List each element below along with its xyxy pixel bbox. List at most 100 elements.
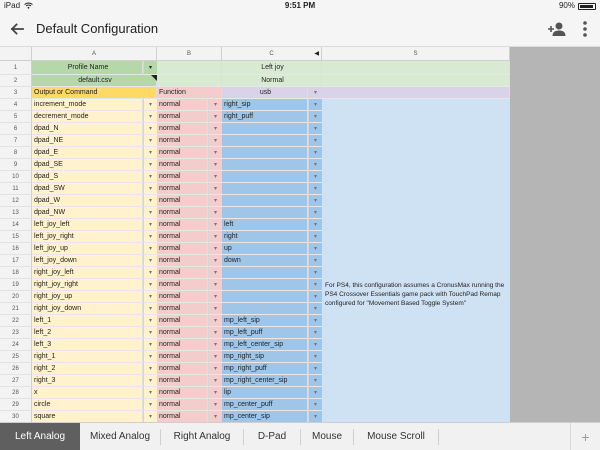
row-number[interactable]: 8 bbox=[0, 147, 32, 159]
dropdown-arrow-icon[interactable]: ▾ bbox=[308, 159, 322, 171]
output-command-cell[interactable]: right_joy_up bbox=[32, 291, 143, 303]
row-number[interactable]: 3 bbox=[0, 87, 32, 99]
mapping-cell[interactable] bbox=[222, 267, 308, 279]
dropdown-arrow-icon[interactable]: ▾ bbox=[143, 387, 157, 399]
output-command-cell[interactable]: decrement_mode bbox=[32, 111, 143, 123]
function-cell[interactable]: normal bbox=[157, 183, 208, 195]
row-number[interactable]: 30 bbox=[0, 411, 32, 422]
dropdown-arrow-icon[interactable]: ▾ bbox=[308, 207, 322, 219]
row-number[interactable]: 24 bbox=[0, 339, 32, 351]
function-cell[interactable]: normal bbox=[157, 363, 208, 375]
mapping-cell[interactable]: mp_right_center_sip bbox=[222, 375, 308, 387]
dropdown-arrow-icon[interactable]: ▾ bbox=[308, 267, 322, 279]
row-number[interactable]: 27 bbox=[0, 375, 32, 387]
function-cell[interactable]: normal bbox=[157, 123, 208, 135]
output-command-cell[interactable]: increment_mode bbox=[32, 99, 143, 111]
dropdown-arrow-icon[interactable]: ▾ bbox=[208, 135, 222, 147]
row-number[interactable]: 16 bbox=[0, 243, 32, 255]
tab-right-analog[interactable]: Right Analog bbox=[161, 423, 243, 450]
mapping-cell[interactable]: mp_center_puff bbox=[222, 399, 308, 411]
dropdown-arrow-icon[interactable]: ▾ bbox=[208, 159, 222, 171]
dropdown-arrow-icon[interactable]: ▾ bbox=[308, 219, 322, 231]
mapping-cell[interactable]: mp_left_sip bbox=[222, 315, 308, 327]
row-number[interactable]: 1 bbox=[0, 61, 32, 75]
dropdown-arrow-icon[interactable]: ▾ bbox=[143, 171, 157, 183]
function-cell[interactable]: normal bbox=[157, 411, 208, 422]
mapping-cell[interactable]: left bbox=[222, 219, 308, 231]
dropdown-arrow-icon[interactable]: ▾ bbox=[208, 231, 222, 243]
row-number[interactable]: 28 bbox=[0, 387, 32, 399]
dropdown-arrow-icon[interactable]: ▾ bbox=[308, 291, 322, 303]
dropdown-arrow-icon[interactable]: ▾ bbox=[208, 207, 222, 219]
row-number[interactable]: 4 bbox=[0, 99, 32, 111]
cell[interactable] bbox=[157, 75, 222, 87]
dropdown-arrow-icon[interactable]: ▾ bbox=[208, 375, 222, 387]
output-command-cell[interactable]: dpad_SW bbox=[32, 183, 143, 195]
dropdown-arrow-icon[interactable]: ▾ bbox=[143, 61, 157, 75]
output-command-cell[interactable]: dpad_E bbox=[32, 147, 143, 159]
output-command-cell[interactable]: right_joy_left bbox=[32, 267, 143, 279]
function-cell[interactable]: normal bbox=[157, 243, 208, 255]
row-number[interactable]: 22 bbox=[0, 315, 32, 327]
dropdown-arrow-icon[interactable]: ▾ bbox=[208, 411, 222, 422]
output-command-cell[interactable]: left_3 bbox=[32, 339, 143, 351]
dropdown-arrow-icon[interactable]: ▾ bbox=[308, 375, 322, 387]
dropdown-arrow-icon[interactable]: ▾ bbox=[308, 111, 322, 123]
dropdown-arrow-icon[interactable]: ▾ bbox=[308, 135, 322, 147]
input-device-header[interactable]: Left joy bbox=[222, 61, 322, 75]
tab-left-analog[interactable]: Left Analog bbox=[0, 423, 80, 450]
output-command-cell[interactable]: left_joy_left bbox=[32, 219, 143, 231]
function-cell[interactable]: normal bbox=[157, 219, 208, 231]
dropdown-arrow-icon[interactable]: ▾ bbox=[208, 387, 222, 399]
row-number[interactable]: 25 bbox=[0, 351, 32, 363]
output-command-cell[interactable]: right_3 bbox=[32, 375, 143, 387]
row-number[interactable]: 18 bbox=[0, 267, 32, 279]
dropdown-arrow-icon[interactable]: ▾ bbox=[208, 399, 222, 411]
mapping-cell[interactable]: mp_center_sip bbox=[222, 411, 308, 422]
mapping-cell[interactable] bbox=[222, 207, 308, 219]
function-cell[interactable]: normal bbox=[157, 147, 208, 159]
function-cell[interactable]: normal bbox=[157, 171, 208, 183]
row-number[interactable]: 26 bbox=[0, 363, 32, 375]
dropdown-arrow-icon[interactable]: ▾ bbox=[208, 351, 222, 363]
function-cell[interactable]: normal bbox=[157, 111, 208, 123]
dropdown-arrow-icon[interactable]: ▾ bbox=[143, 183, 157, 195]
row-number[interactable]: 11 bbox=[0, 183, 32, 195]
mapping-cell[interactable] bbox=[222, 171, 308, 183]
mapping-cell[interactable]: right bbox=[222, 231, 308, 243]
dropdown-arrow-icon[interactable]: ▾ bbox=[308, 327, 322, 339]
dropdown-arrow-icon[interactable]: ▾ bbox=[143, 243, 157, 255]
row-number[interactable]: 19 bbox=[0, 279, 32, 291]
dropdown-arrow-icon[interactable]: ▾ bbox=[143, 159, 157, 171]
select-all-corner[interactable] bbox=[0, 47, 32, 61]
function-cell[interactable]: normal bbox=[157, 207, 208, 219]
function-cell[interactable]: normal bbox=[157, 99, 208, 111]
function-cell[interactable]: normal bbox=[157, 135, 208, 147]
function-cell[interactable]: normal bbox=[157, 195, 208, 207]
mapping-cell[interactable] bbox=[222, 303, 308, 315]
dropdown-arrow-icon[interactable]: ▾ bbox=[143, 303, 157, 315]
output-command-cell[interactable]: left_2 bbox=[32, 327, 143, 339]
dropdown-arrow-icon[interactable]: ▾ bbox=[308, 255, 322, 267]
more-vertical-icon[interactable] bbox=[578, 18, 592, 40]
mapping-cell[interactable]: lip bbox=[222, 387, 308, 399]
function-cell[interactable]: normal bbox=[157, 291, 208, 303]
dropdown-arrow-icon[interactable]: ▾ bbox=[143, 255, 157, 267]
output-command-cell[interactable]: dpad_SE bbox=[32, 159, 143, 171]
tab-mouse-scroll[interactable]: Mouse Scroll bbox=[354, 423, 438, 450]
dropdown-arrow-icon[interactable]: ▾ bbox=[208, 219, 222, 231]
mapping-cell[interactable]: mp_right_puff bbox=[222, 363, 308, 375]
dropdown-arrow-icon[interactable]: ▾ bbox=[143, 267, 157, 279]
dropdown-arrow-icon[interactable]: ▾ bbox=[143, 363, 157, 375]
function-cell[interactable]: normal bbox=[157, 303, 208, 315]
row-number[interactable]: 13 bbox=[0, 207, 32, 219]
dropdown-arrow-icon[interactable]: ▾ bbox=[143, 135, 157, 147]
function-column-header[interactable]: Function bbox=[157, 87, 222, 99]
cell[interactable] bbox=[322, 61, 510, 75]
dropdown-arrow-icon[interactable]: ▾ bbox=[143, 99, 157, 111]
mapping-cell[interactable] bbox=[222, 183, 308, 195]
dropdown-arrow-icon[interactable]: ▾ bbox=[308, 243, 322, 255]
row-number[interactable]: 14 bbox=[0, 219, 32, 231]
dropdown-arrow-icon[interactable]: ▾ bbox=[208, 303, 222, 315]
dropdown-arrow-icon[interactable]: ▾ bbox=[143, 375, 157, 387]
